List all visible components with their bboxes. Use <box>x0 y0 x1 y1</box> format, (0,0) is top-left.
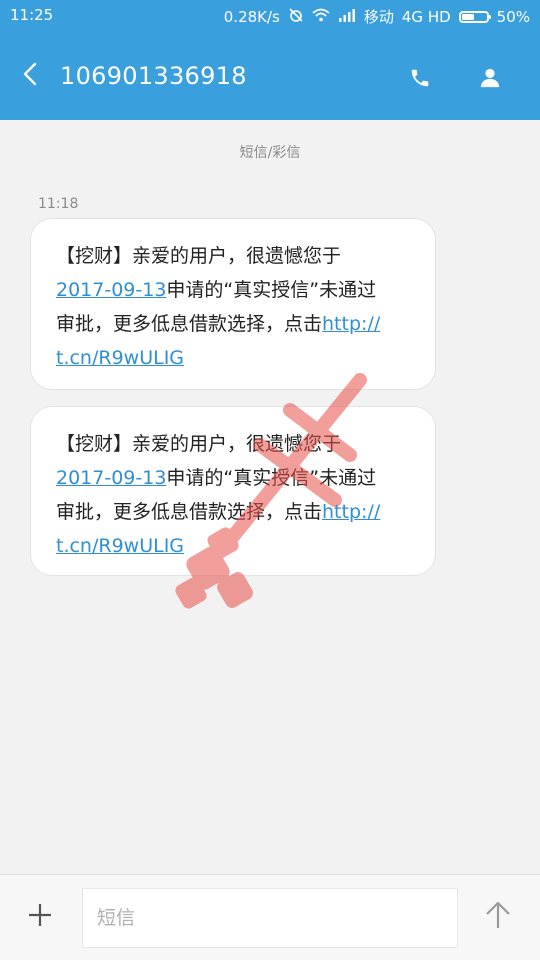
back-button[interactable] <box>12 58 48 94</box>
plus-icon <box>27 902 53 932</box>
send-button[interactable] <box>478 897 518 937</box>
network-speed: 0.28K/s <box>223 7 280 26</box>
url-link[interactable]: t.cn/R9wULIG <box>56 535 184 557</box>
message-list[interactable]: 短信/彩信 11:18 【挖财】亲爱的用户，很遗憾您于 2017-09-13申请… <box>0 120 540 874</box>
person-icon <box>479 67 501 93</box>
message-text: 审批，更多低息借款选择，点击 <box>56 501 323 523</box>
battery-fill <box>461 13 474 20</box>
alarm-off-icon <box>288 7 304 27</box>
attach-button[interactable] <box>20 897 60 937</box>
message-line: t.cn/R9wULIG <box>56 341 411 375</box>
network-type: 4G HD <box>401 7 451 26</box>
message-text: 【挖财】亲爱的用户，很遗憾您于 <box>56 433 342 455</box>
date-link[interactable]: 2017-09-13 <box>56 467 166 489</box>
message-timestamp: 11:18 <box>38 196 79 212</box>
thread-type-label: 短信/彩信 <box>239 145 301 161</box>
wifi-icon <box>312 8 330 26</box>
status-bar: 11:25 0.28K/s 移动 4G HD 50% <box>0 0 540 32</box>
call-button[interactable] <box>400 60 440 100</box>
status-time: 11:25 <box>10 6 54 24</box>
message-line: 2017-09-13申请的“真实授信”未通过 <box>56 273 411 307</box>
carrier-name: 移动 <box>363 8 394 26</box>
date-link[interactable]: 2017-09-13 <box>56 279 166 301</box>
message-line: 审批，更多低息借款选择，点击http:// <box>56 307 411 341</box>
battery-percent: 50% <box>496 7 530 26</box>
message-text: 审批，更多低息借款选择，点击 <box>56 313 323 335</box>
arrow-up-icon <box>484 900 512 934</box>
message-line: 2017-09-13申请的“真实授信”未通过 <box>56 461 411 495</box>
url-link[interactable]: http:// <box>322 501 380 523</box>
conversation-header: 106901336918 <box>0 32 540 120</box>
message-text: 申请的“真实授信”未通过 <box>166 467 377 489</box>
message-bubble[interactable]: 【挖财】亲爱的用户，很遗憾您于 2017-09-13申请的“真实授信”未通过 审… <box>30 406 436 576</box>
contact-number: 106901336918 <box>60 62 247 90</box>
chevron-left-icon <box>22 62 38 90</box>
url-link[interactable]: http:// <box>322 313 380 335</box>
status-indicators: 0.28K/s 移动 4G HD 50% <box>224 6 530 27</box>
message-line: t.cn/R9wULIG <box>56 529 411 563</box>
message-text: 【挖财】亲爱的用户，很遗憾您于 <box>56 245 342 267</box>
phone-icon <box>409 67 431 93</box>
url-link[interactable]: t.cn/R9wULIG <box>56 347 184 369</box>
composer-bar <box>0 874 540 960</box>
signal-icon <box>338 8 356 26</box>
message-bubble[interactable]: 【挖财】亲爱的用户，很遗憾您于 2017-09-13申请的“真实授信”未通过 审… <box>30 218 436 390</box>
message-text: 申请的“真实授信”未通过 <box>166 279 377 301</box>
contact-button[interactable] <box>470 60 510 100</box>
message-line: 审批，更多低息借款选择，点击http:// <box>56 495 411 529</box>
message-input[interactable] <box>82 888 458 948</box>
battery-icon <box>458 10 491 23</box>
